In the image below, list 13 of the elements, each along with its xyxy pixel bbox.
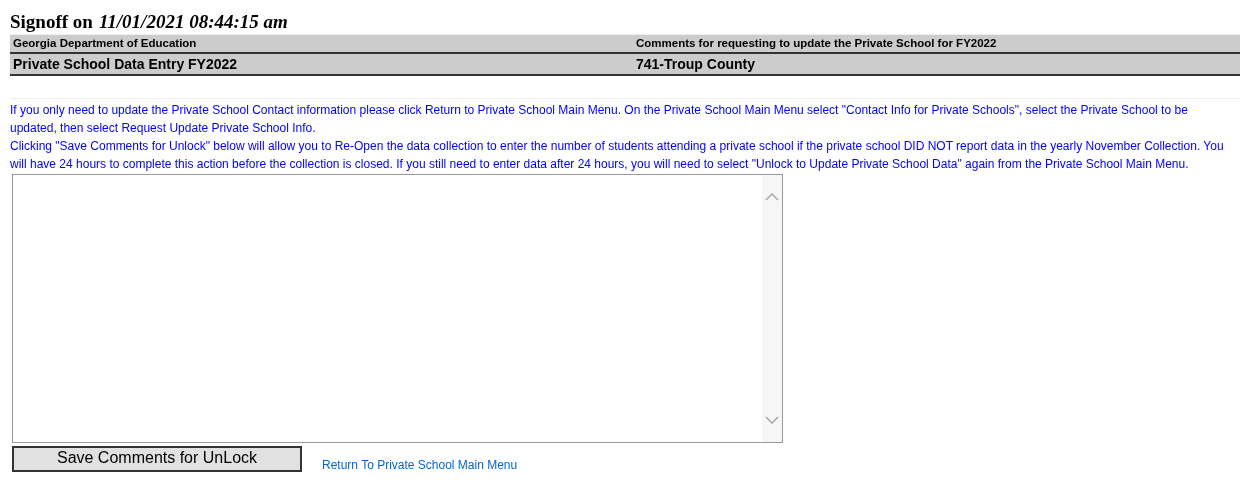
header-cell-text: Comments for requesting to update the Private School for FY2022 [635, 36, 998, 51]
return-link[interactable]: Return To Private School Main Menu [322, 456, 518, 474]
scroll-up-icon[interactable] [765, 193, 779, 201]
page-title: Signoff on [10, 10, 93, 34]
header-cell-text: 741-Troup County [635, 55, 756, 74]
save-button[interactable]: Save Comments for UnLock [12, 446, 302, 472]
header-cell-text: Georgia Department of Education [13, 36, 198, 51]
comments-textarea[interactable] [12, 174, 783, 443]
instruction-text: If you only need to update the Private School Contact information please click Return to Private School Main Menu. On the Private School Main Menu select "Contact Info for Private Schools", select the Private School to be updated, then select Request Update Private School Info. [10, 102, 1189, 137]
signoff-timestamp: 11/01/2021 08:44:15 am [98, 10, 288, 34]
scroll-down-icon[interactable] [765, 416, 779, 424]
header-cell-text: Private School Data Entry FY2022 [13, 55, 239, 74]
instruction-text: Clicking "Save Comments for Unlock" below will allow you to Re-Open the data collection to enter the number of students attending a private school if the private school DID NOT report data in the yearly November Collection. You will have 24 hours to complete this action before the collection is closed. If you still need to enter data after 24 hours, you will need to select "Unlock to Update Private School Data" again from the Private School Main Menu. [10, 138, 1225, 173]
